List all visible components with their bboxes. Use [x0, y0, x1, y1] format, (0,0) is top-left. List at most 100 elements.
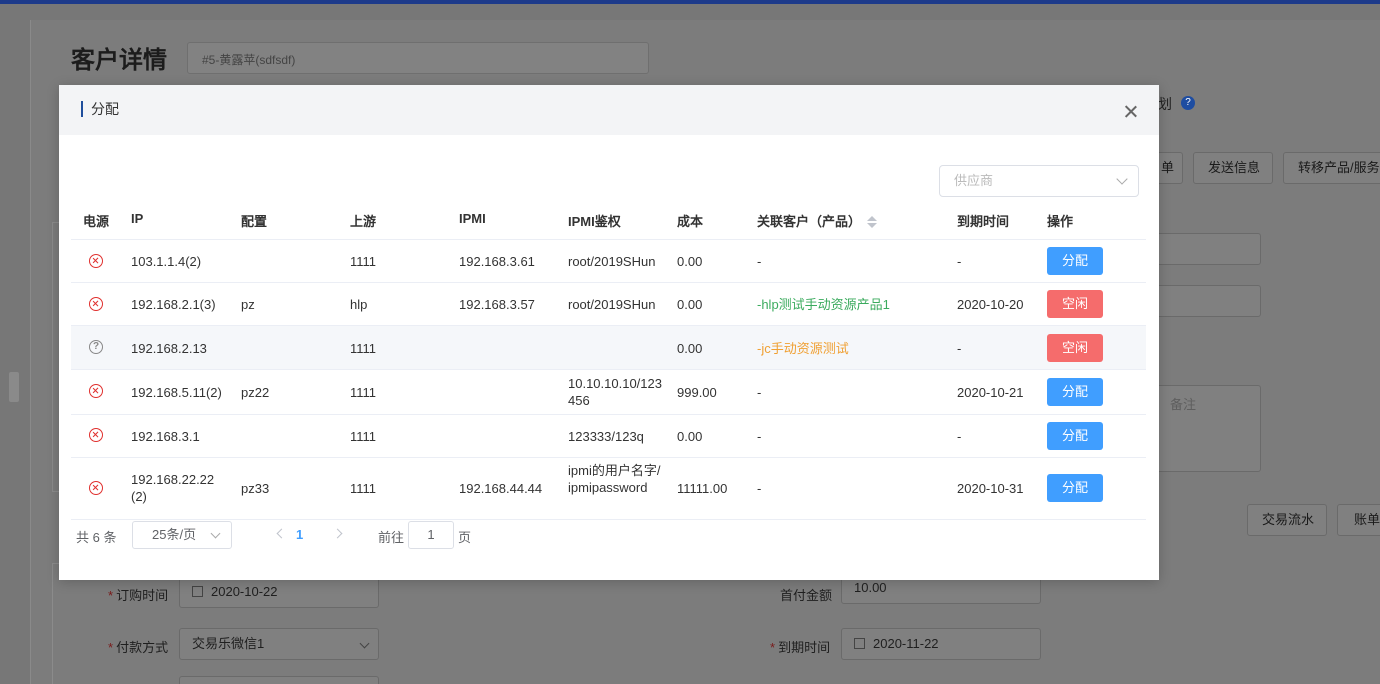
page-size-select[interactable]: 25条/页	[132, 521, 232, 549]
order-time-label: * 订购时间	[108, 588, 169, 603]
background-input[interactable]	[1150, 285, 1261, 317]
remark-placeholder: 备注	[1170, 397, 1197, 412]
chevron-down-icon	[1116, 173, 1128, 185]
help-icon[interactable]: ?	[1181, 96, 1195, 110]
assign-dialog: 分配 供应商 电源 IP 配置 上游 IPMI IPMI鉴权 成本 关联客户（产…	[59, 85, 1159, 580]
chevron-down-icon	[359, 638, 370, 649]
expire-cell: 2020-10-21	[957, 385, 1024, 400]
cost-cell: 0.00	[677, 429, 703, 444]
expire-cell: -	[957, 254, 962, 269]
chevron-down-icon	[210, 528, 221, 539]
upstream-cell: 1111	[350, 481, 377, 496]
prev-page-icon[interactable]	[276, 528, 287, 539]
expire-time-field[interactable]: 2020-11-22	[841, 628, 1041, 660]
bill-button[interactable]: 账单	[1337, 504, 1380, 536]
page-unit-label: 页	[458, 530, 472, 545]
column-header-config: 配置	[241, 214, 268, 229]
customer-link[interactable]: -jc手动资源测试	[757, 340, 849, 357]
ipmi-auth-cell: 10.10.10.10/123456	[568, 376, 662, 408]
calendar-icon	[854, 638, 865, 649]
cost-cell: 999.00	[677, 385, 717, 400]
cost-cell: 0.00	[677, 341, 703, 356]
supplier-select[interactable]: 供应商	[939, 165, 1139, 197]
ipmi-auth-cell: root/2019SHun	[568, 297, 656, 312]
column-header-customer[interactable]: 关联客户（产品）	[757, 211, 878, 230]
ipmi-cell: 192.168.3.61	[459, 254, 535, 269]
ipmi-auth-cell: ipmi的用户名字/ipmipassword	[568, 463, 661, 495]
table-row: 103.1.1.4(2) 1111 192.168.3.61 root/2019…	[71, 240, 1146, 283]
close-icon[interactable]	[1125, 105, 1137, 117]
customer-name-field[interactable]: #5-黄露苹(sdfsdf)	[187, 42, 649, 74]
free-button[interactable]: 空闲	[1047, 334, 1103, 362]
send-message-button[interactable]: 发送信息	[1193, 152, 1273, 184]
column-header-ipmi-auth: IPMI鉴权	[568, 214, 621, 229]
table-row: 192.168.2.1(3) pz hlp 192.168.3.57 root/…	[71, 283, 1146, 326]
next-page-icon[interactable]	[332, 528, 343, 539]
upstream-cell: 1111	[350, 254, 377, 269]
background-input[interactable]	[1150, 233, 1261, 265]
upstream-cell: 1111	[350, 429, 377, 444]
remark-textarea[interactable]	[1150, 385, 1261, 472]
ip-cell: 192.168.2.13	[131, 341, 207, 356]
order-time-field[interactable]: 2020-10-22	[179, 576, 379, 608]
goto-page-input[interactable]: 1	[408, 521, 454, 549]
power-unknown-icon: ?	[89, 340, 103, 354]
ip-cell: 103.1.1.4(2)	[131, 254, 202, 269]
expire-time-label: * 到期时间	[770, 640, 831, 655]
customer-cell: -	[757, 385, 762, 400]
resource-table: 电源 IP 配置 上游 IPMI IPMI鉴权 成本 关联客户（产品） 到期时间…	[71, 197, 1146, 520]
expire-cell: -	[957, 341, 962, 356]
pagination-total: 共 6 条	[76, 530, 117, 545]
column-header-expire: 到期时间	[957, 214, 1010, 229]
page-title: 客户详情	[71, 47, 167, 74]
table-header: 电源 IP 配置 上游 IPMI IPMI鉴权 成本 关联客户（产品） 到期时间…	[71, 197, 1146, 240]
config-cell: pz22	[241, 385, 270, 400]
ipmi-cell: 192.168.3.57	[459, 297, 535, 312]
assign-button[interactable]: 分配	[1047, 474, 1103, 502]
transaction-flow-button[interactable]: 交易流水	[1247, 504, 1327, 536]
dialog-title: 分配	[81, 101, 119, 117]
table-row: ? 192.168.2.13 1111 0.00 -jc手动资源测试 - 空闲	[71, 326, 1146, 370]
page-number-current[interactable]: 1	[296, 527, 303, 542]
config-cell: pz	[241, 297, 255, 312]
assign-button[interactable]: 分配	[1047, 247, 1103, 275]
plan-label: 划	[1158, 96, 1172, 112]
dialog-header: 分配	[59, 85, 1159, 135]
background-section-border	[52, 563, 60, 684]
payment-method-select[interactable]: 交易乐微信1	[179, 628, 379, 660]
free-button[interactable]: 空闲	[1047, 290, 1103, 318]
column-header-power: 电源	[83, 214, 110, 229]
assign-button[interactable]: 分配	[1047, 422, 1103, 450]
background-field[interactable]	[179, 676, 379, 684]
ip-cell: 192.168.2.1(3)	[131, 297, 216, 312]
expire-cell: -	[957, 429, 962, 444]
first-payment-label: 首付金额	[780, 588, 833, 603]
table-row: 192.168.3.1 1111 123333/123q 0.00 - - 分配	[71, 415, 1146, 458]
table-row: 192.168.5.11(2) pz22 1111 10.10.10.10/12…	[71, 370, 1146, 415]
transfer-product-button[interactable]: 转移产品/服务	[1283, 152, 1380, 184]
ipmi-auth-cell: 123333/123q	[568, 429, 644, 444]
column-header-ipmi: IPMI	[459, 211, 486, 226]
assign-button[interactable]: 分配	[1047, 378, 1103, 406]
power-error-icon	[89, 384, 103, 398]
upstream-cell: hlp	[350, 297, 368, 312]
power-error-icon	[89, 428, 103, 442]
upstream-cell: 1111	[350, 385, 377, 400]
payment-method-label: * 付款方式	[108, 640, 169, 655]
goto-label: 前往	[378, 530, 405, 545]
customer-cell: -	[757, 429, 762, 444]
cost-cell: 11111.00	[677, 481, 728, 496]
column-header-ip: IP	[131, 211, 144, 226]
ip-cell: 192.168.5.11(2)	[131, 385, 222, 400]
sort-icon[interactable]	[867, 216, 878, 228]
customer-link[interactable]: -hlp测试手动资源产品1	[757, 296, 890, 313]
expire-cell: 2020-10-20	[957, 297, 1024, 312]
customer-cell: -	[757, 481, 762, 496]
power-error-icon	[89, 254, 103, 268]
customer-cell: -	[757, 254, 762, 269]
sidebar-collapse-handle[interactable]	[9, 372, 19, 402]
cost-cell: 0.00	[677, 297, 703, 312]
cost-cell: 0.00	[677, 254, 703, 269]
pagination: 共 6 条 25条/页 1 前往 1 页	[76, 521, 676, 549]
ip-cell: 192.168.22.22(2)	[131, 472, 215, 504]
